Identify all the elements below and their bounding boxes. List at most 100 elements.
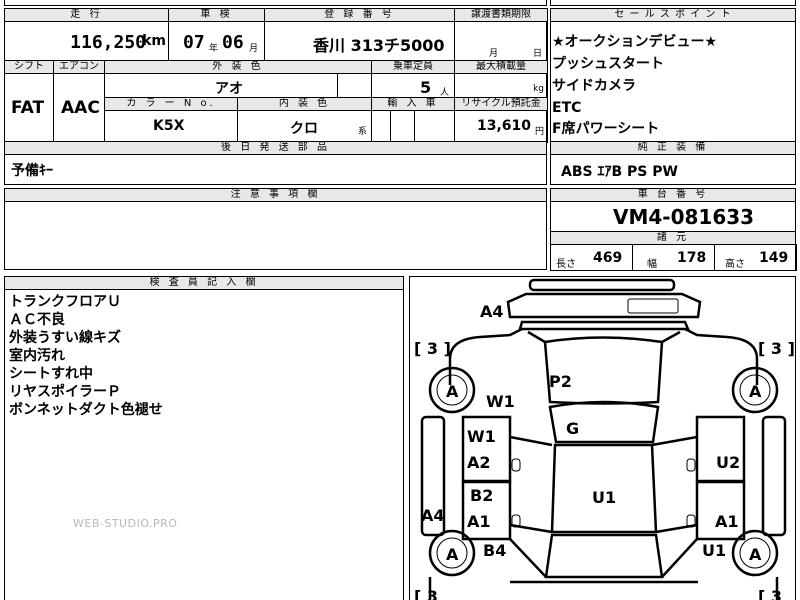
sales-point-4: ETC xyxy=(552,100,582,116)
import-header: 輸 入 車 xyxy=(371,97,455,111)
sales-points-header: セ ー ル ス ポ イ ン ト xyxy=(550,8,796,22)
transfer-day-unit: 日 xyxy=(533,49,543,59)
chassis-value: VM4-081633 xyxy=(613,205,755,229)
shift-header: シフト xyxy=(4,60,54,74)
height-cell: 高さ 149 xyxy=(714,244,797,271)
exterior-color-header: 外 装 色 xyxy=(104,60,372,74)
mark-a4-left: A4 xyxy=(421,506,445,525)
registration-value: 香川 313チ5000 xyxy=(313,36,445,55)
mark-u1-center: U1 xyxy=(592,488,616,507)
recycle-value: 13,610 xyxy=(477,118,532,134)
later-parts-header: 後 日 発 送 部 品 xyxy=(4,141,547,155)
import-cell-b xyxy=(390,110,415,143)
sales-point-2: プッシュスタート xyxy=(552,56,664,72)
top-strip-right xyxy=(550,0,796,6)
color-no-cell: K5X xyxy=(104,110,238,143)
tire-tread-left-top: [ 3 ] xyxy=(414,339,451,358)
note-line-1: トランクフロアＵ xyxy=(9,294,121,310)
note-line-7: ボンネットダクト色褪せ xyxy=(9,402,163,418)
watermark: WEB-STUDIO.PRO xyxy=(73,517,178,530)
inspection-year-unit: 年 xyxy=(209,44,219,54)
max-load-unit: kg xyxy=(533,84,544,94)
width-value: 178 xyxy=(677,250,707,266)
mark-b2-left: B2 xyxy=(470,486,493,505)
equipment-box: 純 正 装 備 ABS ｴｱB PS PW xyxy=(550,141,796,185)
wheel-rr-label: A xyxy=(749,545,762,564)
exterior-color-cell: アオ xyxy=(104,73,338,98)
chassis-header: 車 台 番 号 xyxy=(550,188,796,202)
width-cell: 幅 178 xyxy=(632,244,715,271)
dimensions-header: 諸 元 xyxy=(550,231,796,245)
mark-u1-right: U1 xyxy=(702,541,726,560)
cautions-box: 注 意 事 項 欄 xyxy=(4,188,547,270)
mark-w1-top: W1 xyxy=(486,392,515,411)
mileage-value: 116,250 xyxy=(70,32,146,53)
recycle-cell: 13,610 円 xyxy=(454,110,548,143)
top-strip xyxy=(4,0,547,6)
length-label: 長さ xyxy=(556,259,576,270)
sales-point-3: サイドカメラ xyxy=(552,78,636,94)
recycle-header: リサイクル預託金 xyxy=(454,97,548,111)
aircon-value: AAC xyxy=(61,98,100,118)
inspection-month: 06 xyxy=(222,32,244,53)
wheel-fl-label: A xyxy=(446,382,459,401)
transfer-deadline-cell: 月 日 xyxy=(454,21,548,61)
capacity-value: 5 xyxy=(420,78,432,97)
exterior-color-value: アオ xyxy=(215,81,243,97)
length-value: 469 xyxy=(593,250,623,266)
capacity-header: 乗車定員 xyxy=(371,60,455,74)
mark-u2-right: U2 xyxy=(716,453,740,472)
height-label: 高さ xyxy=(725,259,745,270)
mileage-unit: km xyxy=(142,33,166,49)
max-load-header: 最大積載量 xyxy=(454,60,548,74)
car-diagram: [ 3 ] [ 3 ] [ 3 [ 3 A A A A A4 P2 W1 G W… xyxy=(414,278,795,600)
mark-p2: P2 xyxy=(549,372,572,391)
mark-a4-top: A4 xyxy=(480,302,504,321)
note-line-5: シートすれ中 xyxy=(9,366,93,382)
tire-tread-left-bottom: [ 3 xyxy=(414,587,438,600)
color-no-header: カ ラ ー N o. xyxy=(104,97,238,111)
wheel-rl-label: A xyxy=(446,545,459,564)
mark-a2-left: A2 xyxy=(467,453,491,472)
mark-a1-left: A1 xyxy=(467,512,491,531)
inspection-month-unit: 月 xyxy=(249,44,259,54)
sales-points-box: セ ー ル ス ポ イ ン ト ★オークションデビュー★ プッシュスタート サイ… xyxy=(550,8,796,142)
inspection-year: 07 xyxy=(183,32,205,53)
mileage-cell: 116,250 km xyxy=(4,21,169,61)
capacity-cell: 5 人 xyxy=(371,73,455,98)
wheel-fr-label: A xyxy=(749,382,762,401)
interior-color-value: クロ xyxy=(290,121,318,137)
equipment-value: ABS ｴｱB PS PW xyxy=(561,164,678,180)
interior-color-suffix: 系 xyxy=(357,127,367,137)
tire-tread-right-top: [ 3 ] xyxy=(758,339,795,358)
shift-cell: FAT xyxy=(4,73,54,143)
inspector-box: 検 査 員 記 入 欄 トランクフロアＵ ＡＣ不良 外装うすい線キズ 室内汚れ … xyxy=(4,276,404,600)
registration-header: 登 録 番 号 xyxy=(264,8,455,22)
note-line-4: 室内汚れ xyxy=(9,348,65,364)
shift-value: FAT xyxy=(11,98,45,118)
exterior-color-extra xyxy=(337,73,372,98)
inspection-header: 車 検 xyxy=(168,8,265,22)
sales-point-1: ★オークションデビュー★ xyxy=(552,34,718,50)
aircon-cell: AAC xyxy=(53,73,105,143)
equipment-header: 純 正 装 備 xyxy=(550,141,796,155)
vehicle-info-table: 走 行 車 検 登 録 番 号 譲渡書類期限 116,250 km 07 年 0… xyxy=(4,8,548,143)
note-line-6: リヤスポイラーＰ xyxy=(9,384,121,400)
note-line-2: ＡＣ不良 xyxy=(9,312,65,328)
tire-tread-right-bottom: [ 3 xyxy=(758,587,782,600)
interior-color-header: 内 装 色 xyxy=(237,97,372,111)
later-parts-box: 後 日 発 送 部 品 予備ｷｰ xyxy=(4,141,547,185)
registration-cell: 香川 313チ5000 xyxy=(264,21,455,61)
height-value: 149 xyxy=(759,250,789,266)
transfer-deadline-header: 譲渡書類期限 xyxy=(454,8,548,22)
interior-color-cell: クロ 系 xyxy=(237,110,372,143)
color-no-value: K5X xyxy=(153,118,185,134)
mileage-header: 走 行 xyxy=(4,8,169,22)
dimensions-box: 諸 元 長さ 469 幅 178 高さ 149 xyxy=(550,231,797,271)
mark-w1-left: W1 xyxy=(467,427,496,446)
import-cell-a xyxy=(371,110,391,143)
transfer-month-unit: 月 xyxy=(489,49,499,59)
length-cell: 長さ 469 xyxy=(550,244,633,271)
later-parts-value: 予備ｷｰ xyxy=(11,163,53,179)
max-load-cell: kg xyxy=(454,73,548,98)
